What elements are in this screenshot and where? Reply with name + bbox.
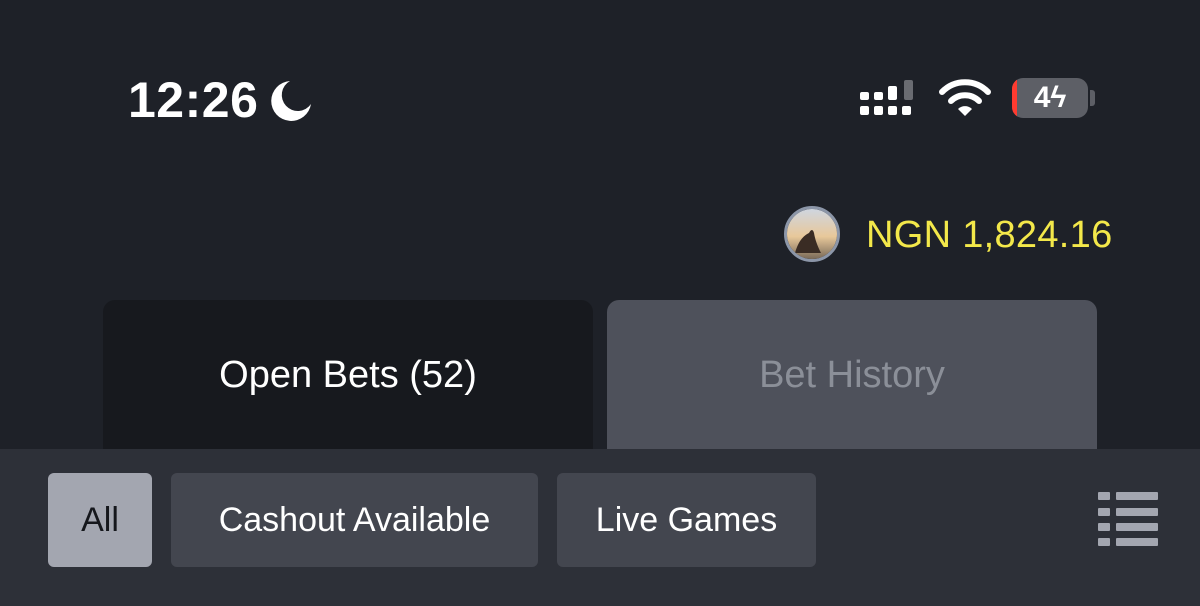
wifi-icon — [939, 79, 991, 116]
account-balance: NGN 1,824.16 — [866, 214, 1113, 256]
betting-screen: 12:26 4ϟ NGN 1,824.16 Open Bets (52) Bet… — [0, 0, 1200, 606]
avatar-photo — [787, 209, 837, 259]
list-icon[interactable] — [1098, 490, 1160, 548]
tab-bet-history[interactable]: Bet History — [607, 300, 1097, 450]
lightning-icon: ϟ — [1050, 81, 1067, 114]
battery-charging-icon: 4ϟ — [1012, 78, 1088, 118]
filter-live-games-button[interactable]: Live Games — [557, 473, 816, 567]
filter-all-button[interactable]: All — [48, 473, 152, 567]
status-time: 12:26 — [128, 72, 259, 128]
user-avatar[interactable] — [784, 206, 840, 262]
moon-icon — [271, 81, 311, 121]
battery-tip — [1090, 90, 1095, 106]
filter-cashout-available-button[interactable]: Cashout Available — [171, 473, 538, 567]
battery-level: 4ϟ — [1033, 81, 1067, 114]
tab-open-bets[interactable]: Open Bets (52) — [103, 300, 593, 450]
cellular-signal-icon — [860, 80, 913, 115]
